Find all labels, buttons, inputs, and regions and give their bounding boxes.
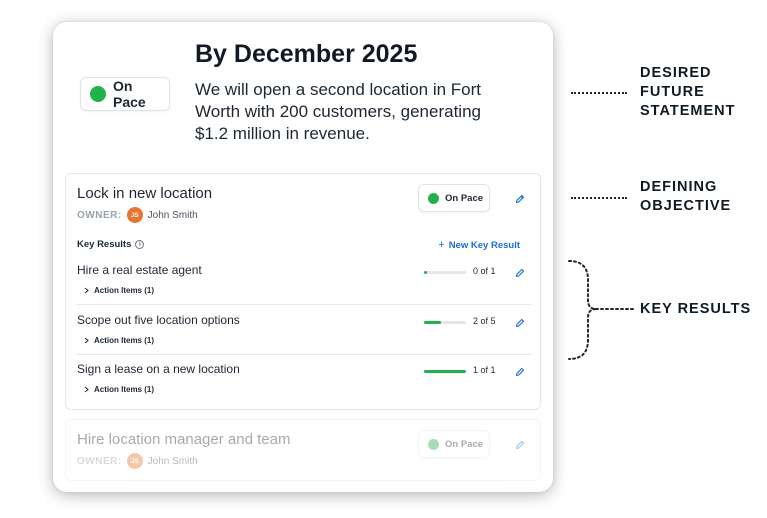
key-result-name[interactable]: Scope out five location options: [77, 313, 240, 327]
info-icon[interactable]: i: [135, 240, 145, 249]
owner-name: John Smith: [147, 209, 198, 221]
new-key-result-button[interactable]: + New Key Result: [438, 239, 520, 251]
edit-pencil-icon[interactable]: [515, 268, 525, 278]
chevron-right-icon: [84, 287, 89, 294]
chevron-right-icon: [84, 386, 89, 393]
status-dot-icon: [90, 86, 106, 102]
owner-label: OWNER:: [77, 209, 122, 221]
progress-fill: [424, 271, 427, 274]
plus-icon: +: [438, 239, 445, 251]
goal-status-badge[interactable]: On Pace: [80, 77, 170, 111]
divider: [77, 354, 531, 355]
action-items-toggle[interactable]: Action Items (1): [83, 385, 154, 394]
edit-pencil-icon[interactable]: [515, 194, 525, 204]
objective-name[interactable]: Hire location manager and team: [77, 431, 290, 448]
objective-name[interactable]: Lock in new location: [77, 185, 212, 202]
objective-owner: OWNER: JS John Smith: [77, 207, 198, 223]
annotation-line: DESIRED: [640, 65, 712, 81]
divider: [77, 304, 531, 305]
new-key-result-label: New Key Result: [448, 239, 520, 251]
annotation-line: OBJECTIVE: [640, 198, 732, 214]
goal-statement: We will open a second location in Fort W…: [195, 80, 482, 143]
annotation-connector: [571, 92, 627, 94]
annotation-connector: [571, 197, 627, 199]
goal-status-label: On Pace: [113, 78, 146, 110]
status-dot-icon: [428, 438, 439, 450]
edit-pencil-icon[interactable]: [515, 440, 525, 450]
key-result-name[interactable]: Sign a lease on a new location: [77, 362, 240, 376]
objective-owner: OWNER: JS John Smith: [77, 453, 198, 469]
owner-name: John Smith: [147, 455, 198, 467]
goal-title: By December 2025: [195, 40, 418, 68]
avatar: JS: [126, 207, 143, 223]
goal-card: On Pace By December 2025 We will open a …: [53, 22, 553, 492]
annotation-line: DEFINING: [640, 179, 718, 195]
key-result-row[interactable]: Sign a lease on a new location Action It…: [77, 362, 531, 411]
chevron-right-icon: [84, 337, 89, 344]
objective-status-badge[interactable]: On Pace: [418, 430, 490, 458]
annotation-line: KEY RESULTS: [640, 301, 752, 317]
edit-pencil-icon[interactable]: [515, 318, 525, 328]
action-items-label: Action Items (1): [94, 286, 155, 295]
edit-pencil-icon[interactable]: [515, 367, 525, 377]
progress-fill: [424, 370, 466, 373]
progress-bar: [424, 321, 466, 324]
key-results-header: Key Results i: [77, 239, 145, 250]
progress-count: 1 of 1: [473, 365, 496, 375]
avatar: JS: [126, 453, 143, 469]
annotation-bracket: [568, 260, 635, 360]
objective-card[interactable]: Lock in new location OWNER: JS John Smit…: [65, 173, 541, 410]
progress-bar: [424, 271, 466, 274]
objective-status-label: On Pace: [445, 192, 484, 204]
annotation-key-results: KEY RESULTS: [640, 300, 751, 319]
action-items-label: Action Items (1): [94, 336, 155, 345]
action-items-label: Action Items (1): [94, 385, 155, 394]
objective-status-label: On Pace: [445, 438, 484, 450]
annotation-desired-future-statement: DESIRED FUTURE STATEMENT: [640, 64, 735, 121]
progress-count: 0 of 1: [473, 266, 496, 276]
progress-count: 2 of 5: [473, 316, 496, 326]
status-dot-icon: [428, 192, 439, 204]
objective-card[interactable]: Hire location manager and team OWNER: JS…: [65, 419, 541, 481]
annotation-line: FUTURE: [640, 84, 705, 100]
progress-fill: [424, 321, 441, 324]
key-result-name[interactable]: Hire a real estate agent: [77, 263, 202, 277]
annotation-line: STATEMENT: [640, 103, 736, 119]
owner-label: OWNER:: [77, 455, 122, 467]
objective-status-badge[interactable]: On Pace: [418, 184, 490, 212]
annotation-defining-objective: DEFINING OBJECTIVE: [640, 178, 731, 216]
action-items-toggle[interactable]: Action Items (1): [83, 336, 154, 345]
key-results-label: Key Results: [77, 239, 132, 250]
progress-bar: [424, 370, 466, 373]
action-items-toggle[interactable]: Action Items (1): [83, 286, 154, 295]
